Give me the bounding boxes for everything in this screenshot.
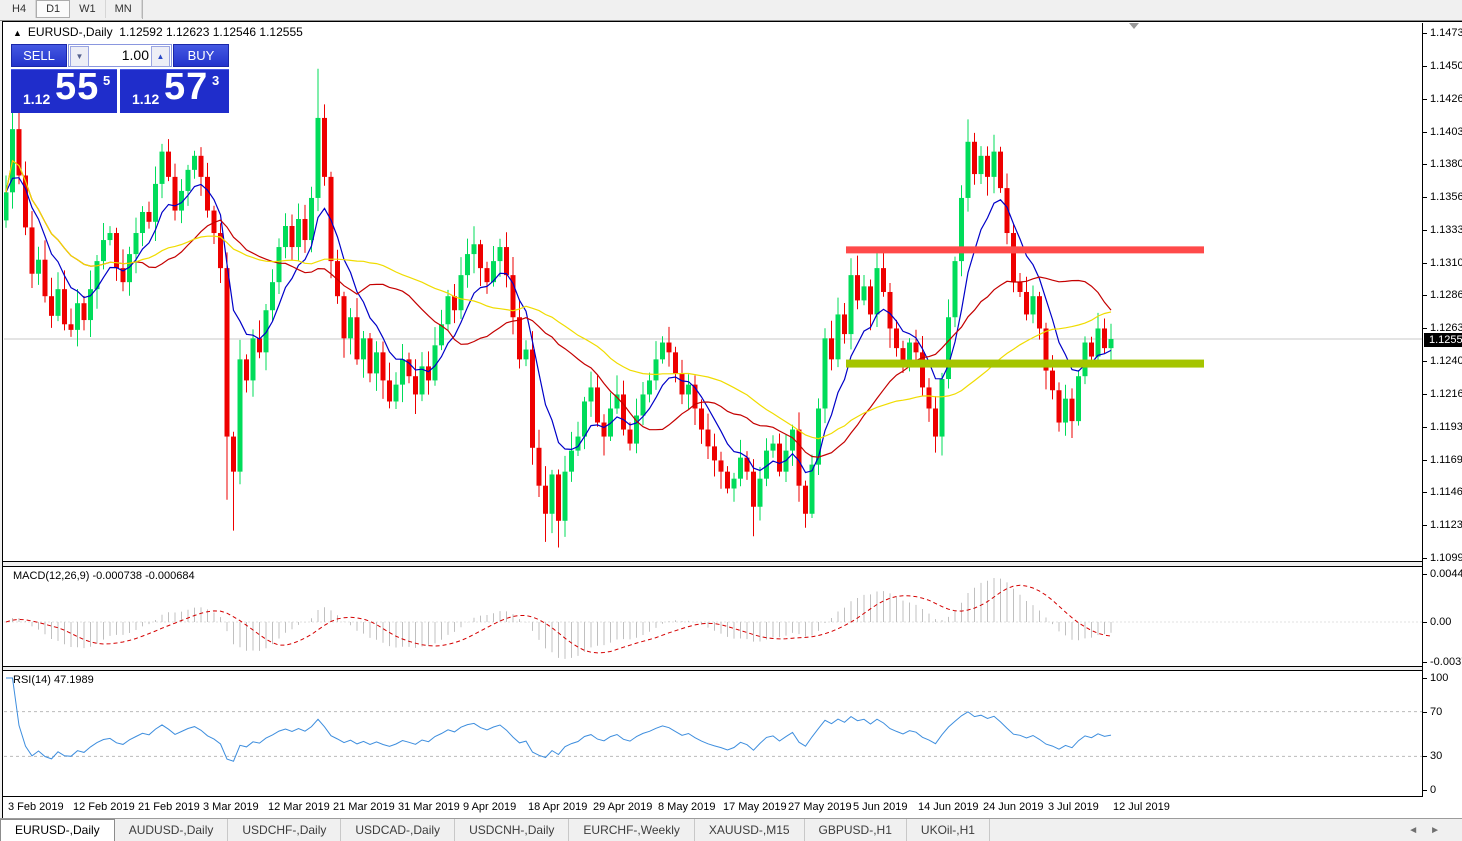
tab-scroll-arrows: ◄► — [1408, 825, 1452, 836]
date-axis[interactable]: 3 Feb 2019 12 Feb 201921 Feb 20193 Mar 20… — [4, 797, 1422, 818]
current-price-tag: 1.12555 — [1424, 333, 1462, 347]
timeframe-button-group: H4D1W1MN — [0, 0, 143, 19]
buy-price-box[interactable]: 1.12 57 3 — [120, 69, 229, 113]
price-axis-label: 1.14735 — [1430, 27, 1462, 39]
chart-tab-audusd[interactable]: AUDUSD-,Daily — [115, 819, 229, 841]
chart-tab-eurusd[interactable]: EURUSD-,Daily — [0, 819, 115, 841]
chart-tab-usdchf[interactable]: USDCHF-,Daily — [228, 819, 341, 841]
price-axis-label: 1.13565 — [1430, 191, 1462, 203]
date-axis-label: 14 Jun 2019 — [918, 801, 979, 813]
buy-button[interactable]: BUY — [173, 44, 229, 67]
buy-price-sup: 3 — [212, 73, 219, 88]
macd-label: MACD(12,26,9) -0.000738 -0.000684 — [13, 570, 195, 582]
date-axis-label: 21 Mar 2019 — [333, 801, 395, 813]
chart-shift-marker-icon[interactable] — [1129, 23, 1139, 29]
macd-axis-label: 0.00 — [1430, 616, 1451, 628]
chart-tabs: EURUSD-,DailyAUDUSD-,DailyUSDCHF-,DailyU… — [0, 819, 990, 836]
date-axis-label: 12 Mar 2019 — [268, 801, 330, 813]
date-axis-label: 3 Jul 2019 — [1048, 801, 1099, 813]
rsi-chart — [4, 671, 1422, 796]
date-axis-label: 24 Jun 2019 — [983, 801, 1044, 813]
date-axis-label: 27 May 2019 — [788, 801, 852, 813]
price-axis-label: 1.12165 — [1430, 388, 1462, 400]
price-axis-label: 1.11930 — [1430, 421, 1462, 433]
volume-stepper: ▼ 1.00 ▲ — [68, 44, 172, 67]
timeframe-button-mn[interactable]: MN — [106, 0, 142, 18]
price-axis-label: 1.12865 — [1430, 289, 1462, 301]
date-axis-label: 8 May 2019 — [658, 801, 715, 813]
timeframe-button-w1[interactable]: W1 — [70, 0, 106, 18]
date-axis-label: 18 Apr 2019 — [528, 801, 587, 813]
price-axis-label: 1.13330 — [1430, 224, 1462, 236]
tab-scroll-left-icon[interactable]: ◄ — [1408, 825, 1430, 836]
rsi-indicator-pane[interactable] — [4, 671, 1422, 796]
price-axis-label: 1.12400 — [1430, 355, 1462, 367]
ma-slow — [6, 161, 1111, 439]
chart-tab-usdcnh[interactable]: USDCNH-,Daily — [455, 819, 569, 841]
date-axis-label: 12 Jul 2019 — [1113, 801, 1170, 813]
chart-tab-gbpusd[interactable]: GBPUSD-,H1 — [805, 819, 907, 841]
chart-tab-ukoil[interactable]: UKOil-,H1 — [907, 819, 990, 841]
macd-axis-label: -0.003715 — [1430, 656, 1462, 668]
date-axis-label: 29 Apr 2019 — [593, 801, 652, 813]
rsi-axis-label: 100 — [1430, 672, 1448, 684]
price-axis-label: 1.14500 — [1430, 60, 1462, 72]
price-axis[interactable]: 1.14735 1.14500 1.14265 1.14030 1.13800 1.135… — [1422, 23, 1462, 797]
price-axis-label: 1.11230 — [1430, 519, 1462, 531]
volume-increase-button[interactable]: ▲ — [151, 46, 170, 67]
rsi-axis-label: 70 — [1430, 706, 1442, 718]
date-axis-label: 12 Feb 2019 — [73, 801, 135, 813]
chart-tab-xauusd[interactable]: XAUUSD-,M15 — [695, 819, 805, 841]
date-axis-label: 31 Mar 2019 — [398, 801, 460, 813]
macd-axis-label: 0.004465 — [1430, 568, 1462, 580]
price-axis-label: 1.11695 — [1430, 454, 1462, 466]
chart-symbol-label: EURUSD-,Daily — [28, 25, 113, 39]
date-axis-label: 3 Mar 2019 — [203, 801, 259, 813]
volume-decrease-button[interactable]: ▼ — [70, 46, 89, 67]
date-axis-label: 21 Feb 2019 — [138, 801, 200, 813]
collapse-icon[interactable]: ▲ — [13, 28, 22, 38]
timeframe-toolbar: H4D1W1MN — [0, 0, 1462, 21]
tab-scroll-right-icon[interactable]: ► — [1430, 825, 1452, 836]
chart-tab-usdcad[interactable]: USDCAD-,Daily — [341, 819, 455, 841]
buy-price-prefix: 1.12 — [132, 91, 159, 107]
rsi-axis-label: 0 — [1430, 784, 1436, 796]
chart-window: ▲ EURUSD-,Daily 1.12592 1.12623 1.12546 1… — [2, 21, 1462, 819]
buy-price-big: 57 — [164, 66, 208, 109]
rsi-label: RSI(14) 47.1989 — [13, 674, 94, 686]
sell-price-prefix: 1.12 — [23, 91, 50, 107]
timeframe-button-h4[interactable]: H4 — [3, 0, 36, 18]
chart-ohlc-values: 1.12592 1.12623 1.12546 1.12555 — [119, 25, 303, 39]
macd-indicator-pane[interactable] — [4, 567, 1422, 666]
ma-fast — [6, 178, 1111, 473]
timeframe-button-d1[interactable]: D1 — [36, 0, 70, 18]
date-axis-label: 9 Apr 2019 — [463, 801, 516, 813]
volume-value[interactable]: 1.00 — [122, 47, 149, 63]
price-axis-label: 1.10995 — [1430, 552, 1462, 564]
price-axis-label: 1.13800 — [1430, 158, 1462, 170]
date-axis-label: 17 May 2019 — [723, 801, 787, 813]
resistance-line — [846, 246, 1204, 253]
chart-tab-eurchf[interactable]: EURCHF-,Weekly — [569, 819, 694, 841]
chart-tab-bar: EURUSD-,DailyAUDUSD-,DailyUSDCHF-,DailyU… — [0, 818, 1462, 841]
macd-chart — [4, 567, 1422, 666]
date-axis-label: 5 Jun 2019 — [853, 801, 907, 813]
price-axis-label: 1.11465 — [1430, 486, 1462, 498]
rsi-axis-label: 30 — [1430, 750, 1442, 762]
price-axis-label: 1.14265 — [1430, 93, 1462, 105]
price-axis-label: 1.13100 — [1430, 257, 1462, 269]
date-axis-label: 3 Feb 2019 — [8, 801, 64, 813]
rsi-line — [6, 678, 1111, 761]
trade-panel-top-row: SELL ▼ 1.00 ▲ BUY — [11, 44, 229, 67]
mt4-terminal: H4D1W1MN ▲ EURUSD-,Daily 1.12592 1.12623 … — [0, 0, 1462, 841]
support-line — [846, 360, 1204, 368]
sell-price-big: 55 — [55, 66, 99, 109]
one-click-trade-panel: SELL ▼ 1.00 ▲ BUY 1.12 55 5 1.12 57 3 — [11, 44, 229, 112]
sell-button[interactable]: SELL — [11, 44, 67, 67]
sell-price-box[interactable]: 1.12 55 5 — [11, 69, 117, 113]
price-axis-label: 1.14030 — [1430, 126, 1462, 138]
chart-header: ▲ EURUSD-,Daily 1.12592 1.12623 1.12546 1… — [13, 25, 303, 39]
candles — [4, 69, 1114, 548]
sell-price-sup: 5 — [103, 73, 110, 88]
